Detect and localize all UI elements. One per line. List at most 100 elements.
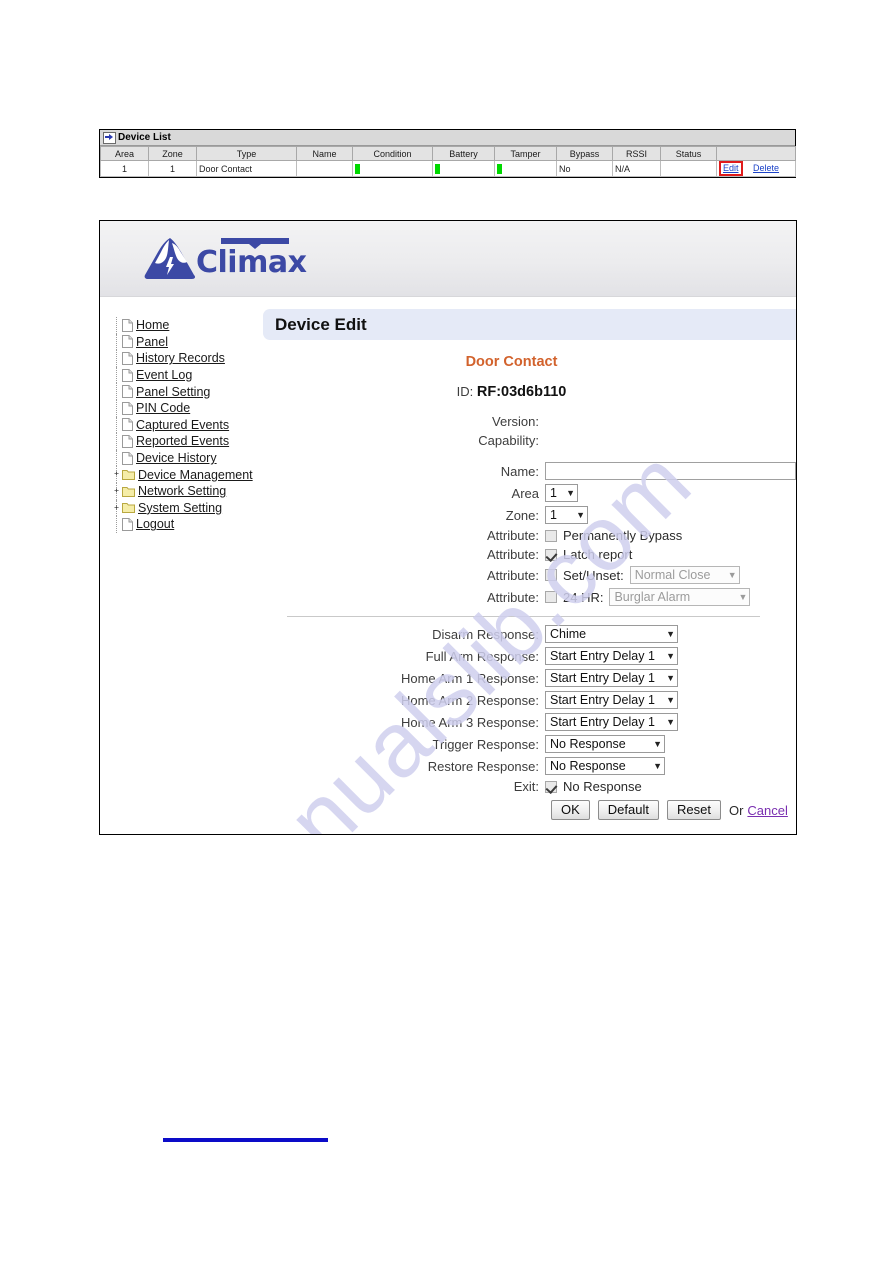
24hr-select[interactable]: Burglar Alarm ▼ [609,588,751,606]
device-list-table: Area Zone Type Name Condition Battery Ta… [100,146,796,177]
restore-response-row: Restore Response: No Response ▼ [263,757,796,775]
area-row: Area 1 ▼ [263,484,796,502]
home-arm-3-response-value: Start Entry Delay 1 [550,715,655,729]
column-header-tamper: Tamper [494,146,557,161]
ok-button[interactable]: OK [551,800,590,820]
tree-line: + [112,466,122,483]
attribute-label: Attribute: [486,528,539,543]
sidebar-item-captured-events[interactable]: Captured Events [108,416,263,434]
chevron-down-icon: ▼ [666,717,675,727]
sidebar-item-logout[interactable]: Logout [108,516,263,533]
home-arm-3-response-label: Home Arm 3 Response: [400,714,539,730]
zone-row: Zone: 1 ▼ [263,506,796,524]
sidebar-item-label: Logout [136,517,175,532]
sidebar-item-event-log[interactable]: Event Log [108,366,263,384]
page-title: Device Edit [275,314,367,334]
restore-response-select[interactable]: No Response ▼ [545,757,665,775]
home-arm-2-response-label: Home Arm 2 Response: [400,692,539,708]
set-unset-select[interactable]: Normal Close ▼ [629,566,740,584]
column-header-actions [716,146,796,161]
sidebar-item-panel-setting[interactable]: Panel Setting [108,383,263,400]
sidebar-item-label: Device Management [138,467,253,482]
home-arm-1-response-row: Home Arm 1 Response: Start Entry Delay 1… [263,669,796,687]
file-icon [122,418,133,432]
sidebar-item-label: Home [136,318,170,333]
cell-name [296,160,353,177]
tree-line [112,449,122,467]
expand-plus-icon[interactable]: + [112,470,121,479]
chevron-down-icon: ▼ [576,510,585,520]
full-arm-response-label: Full Arm Response: [425,648,539,664]
arrow-right-icon [103,131,116,144]
chevron-down-icon: ▼ [653,761,662,771]
device-type-heading: Door Contact [465,354,558,370]
name-row: Name: [263,462,796,480]
expand-plus-icon[interactable]: + [112,486,121,496]
edit-link[interactable]: Edit [723,163,739,173]
tree-line [112,366,122,384]
chevron-down-icon: ▼ [738,592,748,602]
sidebar-item-system-setting[interactable]: + System Setting [108,499,263,517]
device-list-panel: Device List Area Zone Type Name Conditio… [99,129,796,178]
permanently-bypass-label: Permanently Bypass [563,528,683,543]
cell-condition [352,160,433,177]
full-arm-response-select[interactable]: Start Entry Delay 1 ▼ [545,647,678,665]
page-body: Home Panel History Records Event Log Pan… [100,297,796,820]
sidebar-item-network-setting[interactable]: + Network Setting [108,482,263,500]
reset-button[interactable]: Reset [667,800,721,820]
delete-link[interactable]: Delete [753,163,779,173]
exit-no-response-checkbox[interactable] [545,780,557,793]
home-arm-3-response-select[interactable]: Start Entry Delay 1 ▼ [545,713,678,731]
cell-actions: Edit Delete [716,160,796,177]
file-icon [122,517,133,531]
file-icon [122,335,133,349]
zone-select[interactable]: 1 ▼ [545,506,588,524]
file-icon [122,401,133,415]
trigger-response-select[interactable]: No Response ▼ [545,735,665,753]
tree-line [112,416,122,434]
sidebar-item-label: Panel [136,334,168,349]
sidebar-item-panel[interactable]: Panel [108,333,263,351]
full-arm-response-value: Start Entry Delay 1 [550,649,655,663]
brand-logo[interactable]: Climax [142,235,307,281]
expand-plus-icon[interactable]: + [112,503,121,513]
cell-tamper [494,160,557,177]
chevron-down-icon: ▼ [666,695,675,705]
column-header-type: Type [196,146,297,161]
file-icon [122,451,133,465]
disarm-response-select[interactable]: Chime ▼ [545,625,678,643]
sidebar-item-history-records[interactable]: History Records [108,350,263,367]
sidebar-item-device-history[interactable]: Device History [108,449,263,467]
24hr-checkbox[interactable] [545,591,557,603]
attribute-label: Attribute: [486,547,539,562]
sidebar-item-device-management[interactable]: + Device Management [108,466,263,483]
home-arm-2-response-select[interactable]: Start Entry Delay 1 ▼ [545,691,678,709]
sidebar-item-reported-events[interactable]: Reported Events [108,433,263,450]
sidebar-item-label: Network Setting [138,484,227,499]
section-divider [287,616,760,617]
cell-zone: 1 [148,160,197,177]
set-unset-checkbox[interactable] [545,569,557,581]
sidebar-item-label: History Records [136,351,225,366]
latch-report-checkbox[interactable] [545,548,557,561]
edit-highlight-box: Edit [719,161,743,176]
area-select[interactable]: 1 ▼ [545,484,578,502]
sidebar-item-pin-code[interactable]: PIN Code [108,399,263,417]
home-arm-1-response-label: Home Arm 1 Response: [400,670,539,686]
restore-response-value: No Response [550,759,626,773]
device-list-title: Device List [118,131,171,143]
permanently-bypass-checkbox[interactable] [545,529,557,542]
footer-link[interactable] [163,1128,328,1142]
zone-select-value: 1 [550,508,557,522]
default-button[interactable]: Default [597,800,659,820]
sidebar-item-label: Panel Setting [136,384,211,399]
sidebar-item-home[interactable]: Home [108,317,263,334]
name-input[interactable] [545,462,796,480]
cell-rssi: N/A [612,160,661,177]
home-arm-1-response-select[interactable]: Start Entry Delay 1 ▼ [545,669,678,687]
attribute-row-permanently-bypass: Attribute: Permanently Bypass [263,528,796,543]
or-text: Or [728,802,744,818]
version-label: Version: [492,414,539,429]
tree-line [112,433,122,450]
cancel-link[interactable]: Cancel [747,803,787,818]
